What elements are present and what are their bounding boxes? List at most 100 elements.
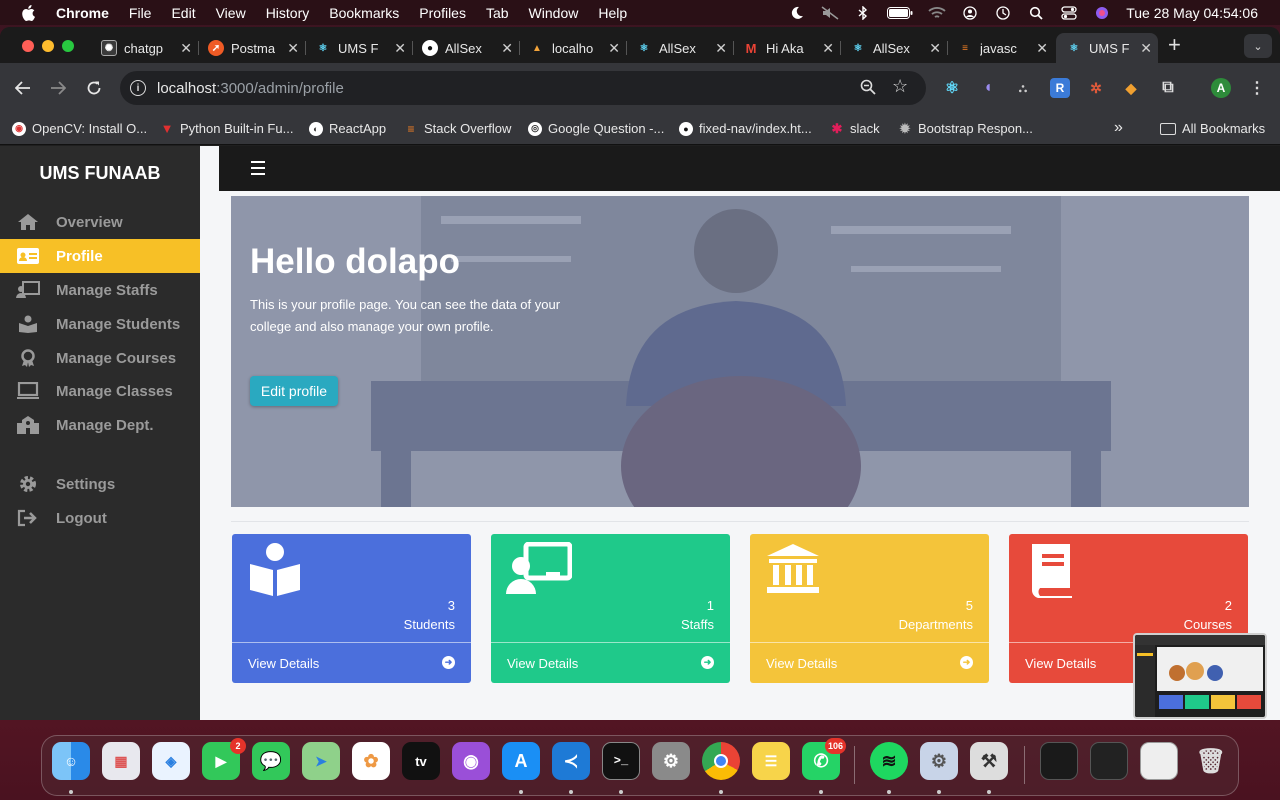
messages-icon[interactable]: 💬 — [252, 742, 290, 780]
tab-allsex-2[interactable]: ⚛ AllSex ✕ — [626, 33, 734, 63]
close-tab-icon[interactable]: ✕ — [287, 40, 299, 57]
launchpad-icon[interactable]: ▦ — [102, 742, 140, 780]
close-tab-icon[interactable]: ✕ — [394, 40, 406, 57]
user-account-icon[interactable] — [961, 5, 979, 20]
time-machine-icon[interactable] — [994, 5, 1012, 20]
close-tab-icon[interactable]: ✕ — [929, 40, 941, 57]
view-details-link[interactable]: View Details ➜ — [750, 642, 989, 683]
view-details-link[interactable]: View Details ➜ — [232, 642, 471, 683]
address-bar[interactable]: i localhost:3000/admin/profile ☆ — [120, 71, 926, 105]
reload-button[interactable] — [83, 77, 105, 99]
system-settings-icon[interactable]: ⚙ — [652, 742, 690, 780]
sidebar-item-manage-dept[interactable]: Manage Dept. — [0, 408, 200, 442]
all-bookmarks-folder[interactable]: All Bookmarks — [1160, 121, 1265, 136]
vscode-icon[interactable]: ≺ — [552, 742, 590, 780]
sidebar-item-manage-students[interactable]: Manage Students — [0, 307, 200, 341]
tab-allsex-3[interactable]: ⚛ AllSex ✕ — [840, 33, 948, 63]
sidebar-item-manage-classes[interactable]: Manage Classes — [0, 374, 200, 408]
menubar-clock[interactable]: Tue 28 May 04:54:06 — [1126, 5, 1258, 21]
finder-icon[interactable]: ☺ — [52, 742, 90, 780]
bookmark-slack[interactable]: ✱ slack — [830, 121, 880, 137]
battery-icon[interactable] — [887, 6, 913, 20]
site-info-icon[interactable]: i — [130, 80, 146, 96]
profile-avatar[interactable]: A — [1211, 78, 1231, 98]
tab-stackoverflow[interactable]: ≡ javasc ✕ — [947, 33, 1054, 63]
photos-icon[interactable]: ✿ — [352, 742, 390, 780]
tab-postman[interactable]: ➚ Postma ✕ — [198, 33, 306, 63]
edit-profile-button[interactable]: Edit profile — [250, 376, 338, 406]
notes-icon[interactable]: ☰ — [752, 742, 790, 780]
bookmark-opencv[interactable]: ◉ OpenCV: Install O... — [12, 121, 147, 136]
apple-tv-icon[interactable]: tv — [402, 742, 440, 780]
bookmark-google-question[interactable]: ◎ Google Question -... — [528, 121, 664, 136]
extension-ghost-icon[interactable]: ◖ — [978, 78, 998, 98]
close-tab-icon[interactable]: ✕ — [501, 40, 513, 57]
tab-github[interactable]: ● AllSex ✕ — [412, 33, 520, 63]
spotify-icon[interactable]: ≋ — [870, 742, 908, 780]
close-tab-icon[interactable]: ✕ — [180, 40, 192, 57]
tab-chatgpt[interactable]: ✺ chatgp ✕ — [91, 33, 199, 63]
menu-window[interactable]: Window — [529, 5, 579, 21]
mute-icon[interactable] — [821, 5, 839, 20]
menu-profiles[interactable]: Profiles — [419, 5, 466, 21]
close-tab-icon[interactable]: ✕ — [822, 40, 834, 57]
close-tab-icon[interactable]: ✕ — [1036, 40, 1048, 57]
recent-window-thumbnail-3[interactable] — [1140, 742, 1178, 780]
maps-icon[interactable]: ➤ — [302, 742, 340, 780]
view-details-link[interactable]: View Details ➜ — [491, 642, 730, 683]
apple-icon[interactable] — [18, 4, 38, 21]
menu-file[interactable]: File — [129, 5, 152, 21]
extensions-puzzle-icon[interactable]: ⧉ — [1158, 78, 1178, 98]
menu-edit[interactable]: Edit — [171, 5, 195, 21]
close-tab-icon[interactable]: ✕ — [1140, 40, 1152, 57]
tab-ums-1[interactable]: ⚛ UMS F ✕ — [305, 33, 413, 63]
extension-redux-icon[interactable]: ✲ — [1086, 78, 1106, 98]
forward-button[interactable] — [47, 77, 69, 99]
safari-icon[interactable]: ◈ — [152, 742, 190, 780]
screenshot-preview-thumbnail[interactable] — [1133, 633, 1267, 719]
spotlight-search-icon[interactable] — [1027, 6, 1045, 20]
sidebar-item-profile[interactable]: Profile — [0, 239, 200, 273]
bookmark-bootstrap[interactable]: ✹ Bootstrap Respon... — [898, 121, 1033, 137]
recent-window-thumbnail-2[interactable] — [1090, 742, 1128, 780]
sidebar-item-settings[interactable]: Settings — [0, 467, 200, 501]
sidebar-item-manage-staffs[interactable]: Manage Staffs — [0, 273, 200, 307]
back-button[interactable] — [12, 77, 34, 99]
whatsapp-icon[interactable]: ✆ 106 — [802, 738, 846, 780]
new-tab-button[interactable]: + — [1168, 34, 1181, 56]
control-center-icon[interactable] — [1060, 5, 1078, 20]
bookmark-stackoverflow[interactable]: ≡ Stack Overflow — [404, 121, 511, 136]
bookmark-reactapp[interactable]: ◐ ReactApp — [309, 121, 386, 136]
close-tab-icon[interactable]: ✕ — [715, 40, 727, 57]
chrome-icon[interactable] — [702, 742, 740, 780]
sidebar-item-manage-courses[interactable]: Manage Courses — [0, 341, 200, 375]
sidebar-item-overview[interactable]: Overview — [0, 205, 200, 239]
app-store-icon[interactable]: A — [502, 742, 540, 780]
extension-r-icon[interactable]: R — [1050, 78, 1070, 98]
automator-icon[interactable]: ⚒ — [970, 742, 1008, 780]
sidebar-item-logout[interactable]: Logout — [0, 501, 200, 535]
siri-icon[interactable] — [1093, 6, 1111, 20]
bookmark-fixed-nav[interactable]: ● fixed-nav/index.ht... — [679, 121, 812, 136]
react-devtools-icon[interactable]: ⚛ — [942, 78, 962, 98]
menu-tab[interactable]: Tab — [486, 5, 509, 21]
bookmark-star-icon[interactable]: ☆ — [892, 76, 908, 97]
extension-puzzle-color-icon[interactable]: ◆ — [1121, 78, 1141, 98]
extension-network-icon[interactable]: ⛬ — [1013, 78, 1033, 98]
wifi-icon[interactable] — [928, 6, 946, 20]
zoom-icon[interactable] — [860, 79, 876, 99]
moon-icon[interactable] — [788, 6, 806, 20]
minimize-window-button[interactable] — [42, 40, 54, 52]
bluetooth-icon[interactable] — [854, 5, 872, 20]
tab-localhost[interactable]: ▲ localho ✕ — [519, 33, 627, 63]
tab-ums-active[interactable]: ⚛ UMS F ✕ — [1056, 33, 1158, 63]
menu-app-name[interactable]: Chrome — [56, 5, 109, 21]
bookmarks-overflow-chevron[interactable]: » — [1114, 119, 1123, 137]
chrome-menu-icon[interactable]: ⋮ — [1247, 78, 1267, 98]
terminal-icon[interactable]: >_ — [602, 742, 640, 780]
tab-gmail[interactable]: M Hi Aka ✕ — [733, 33, 841, 63]
menu-help[interactable]: Help — [598, 5, 627, 21]
menu-view[interactable]: View — [216, 5, 246, 21]
podcasts-icon[interactable]: ◉ — [452, 742, 490, 780]
facetime-icon[interactable]: ▶ 2 — [202, 738, 246, 780]
